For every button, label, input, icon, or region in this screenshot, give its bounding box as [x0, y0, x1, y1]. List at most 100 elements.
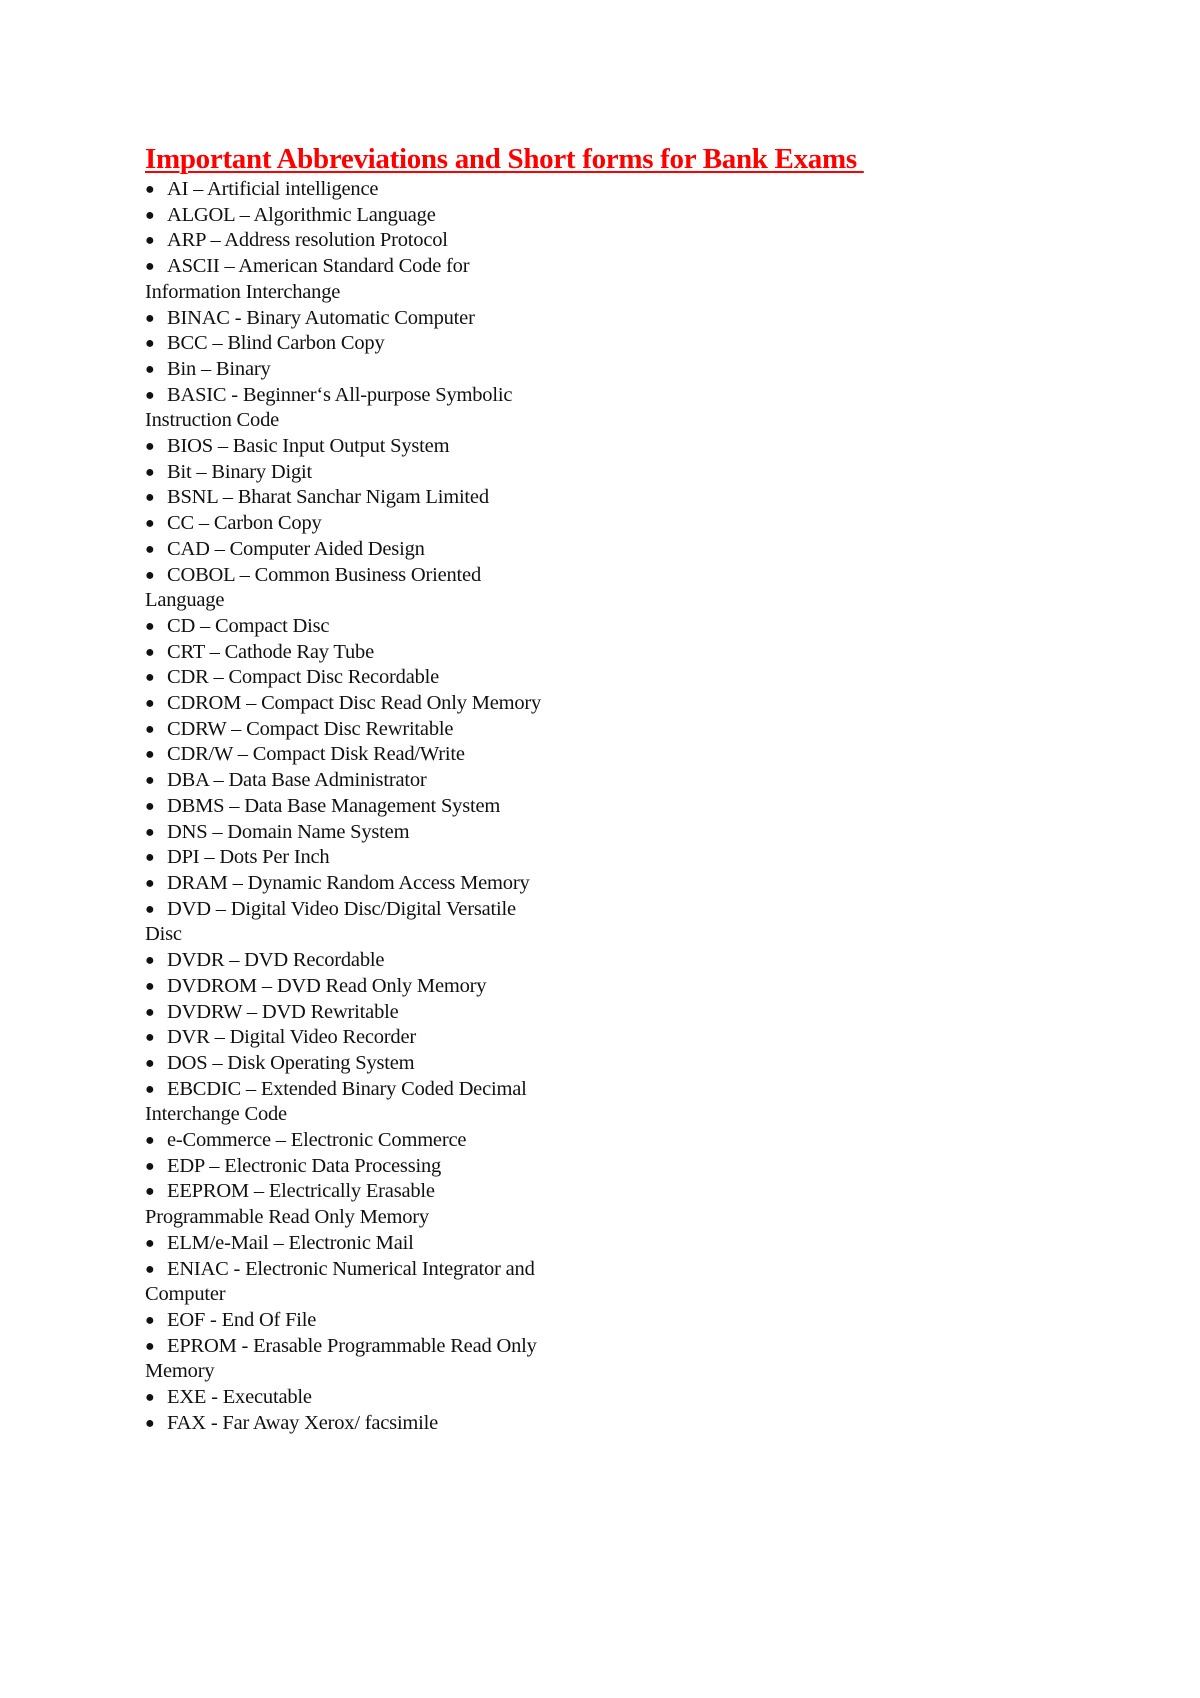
list-item-label: AI – Artificial intelligence — [167, 178, 379, 200]
list-item: ● CAD – Computer Aided Design — [145, 537, 625, 563]
list-item: ● COBOL – Common Business Oriented Languag… — [145, 563, 625, 614]
list-item-label: EDP – Electronic Data Processing — [167, 1154, 442, 1177]
bullet-icon: ● — [145, 977, 155, 995]
list-item-text: ● ARP – Address resolution Protocol — [145, 228, 625, 254]
list-item-label: Bit – Binary Digit — [167, 460, 313, 483]
list-item-text: ● BSNL – Bharat Sanchar Nigam Limited — [145, 485, 625, 511]
list-item-label: Language — [145, 589, 225, 612]
list-item: ● EPROM - Erasable Programmable Read Only… — [145, 1334, 625, 1385]
list-item-label: DVD – Digital Video Disc/Digital Versati… — [167, 897, 516, 920]
list-item-label: Information Interchange — [145, 280, 341, 303]
list-item-label: CDRW – Compact Disc Rewritable — [167, 717, 454, 740]
list-item-text: ● DPI – Dots Per Inch — [145, 845, 625, 871]
list-item-continuation: Interchange Code — [145, 1102, 625, 1128]
document-title: Important Abbreviations and Short forms … — [145, 143, 864, 175]
bullet-icon: ● — [145, 540, 155, 558]
list-item-label: CDR/W – Compact Disk Read/Write — [167, 743, 465, 766]
bullet-icon: ● — [145, 695, 155, 713]
list-item-continuation: Information Interchange — [145, 280, 625, 306]
bullet-icon: ● — [145, 360, 155, 378]
list-item-text: ● CDROM – Compact Disc Read Only Memory — [145, 691, 625, 717]
bullet-icon: ● — [145, 900, 155, 918]
list-item-text: ● EXE - Executable — [145, 1385, 625, 1411]
list-item-text: ● EDP – Electronic Data Processing — [145, 1154, 625, 1180]
bullet-icon: ● — [145, 952, 155, 970]
list-item: ● DVDRW – DVD Rewritable — [145, 1000, 625, 1026]
list-item-label: Interchange Code — [145, 1103, 287, 1126]
list-item-continuation: Language — [145, 588, 625, 614]
document-content: Important Abbreviations and Short forms … — [145, 142, 864, 1436]
list-item-text: ● CDR – Compact Disc Recordable — [145, 665, 625, 691]
list-item-text: ● CC – Carbon Copy — [145, 511, 625, 537]
bullet-icon: ● — [145, 1157, 155, 1175]
bullet-icon: ● — [145, 1234, 155, 1252]
list-item-text: ● ALGOL – Algorithmic Language — [145, 203, 625, 229]
list-item-label: BCC – Blind Carbon Copy — [167, 332, 385, 355]
list-item: ● DOS – Disk Operating System — [145, 1051, 625, 1077]
list-item-text: ● ASCII – American Standard Code for — [145, 254, 625, 280]
list-item-label: COBOL – Common Business Oriented — [167, 563, 482, 586]
list-item: ● ASCII – American Standard Code for Infor… — [145, 254, 625, 305]
list-item-text: ● AI – Artificial intelligence — [145, 177, 625, 203]
list-item-text: ● Bit – Binary Digit — [145, 460, 625, 486]
list-item-label: Memory — [145, 1360, 215, 1383]
list-item-continuation: Computer — [145, 1282, 625, 1308]
bullet-icon: ● — [145, 515, 155, 533]
list-item-text: ● ENIAC - Electronic Numerical Integrator… — [145, 1257, 625, 1283]
list-item: ● ENIAC - Electronic Numerical Integrator… — [145, 1257, 625, 1308]
list-item-label: CRT – Cathode Ray Tube — [167, 640, 374, 663]
list-item-text: ● COBOL – Common Business Oriented — [145, 563, 625, 589]
list-item: ● CD – Compact Disc — [145, 614, 625, 640]
bullet-icon: ● — [145, 746, 155, 764]
bullet-icon: ● — [145, 1260, 155, 1278]
bullet-icon: ● — [145, 1183, 155, 1201]
list-item-text: ● CDRW – Compact Disc Rewritable — [145, 717, 625, 743]
list-item-label: DVDROM – DVD Read Only Memory — [167, 974, 487, 997]
list-item-text: ● EPROM - Erasable Programmable Read Only — [145, 1334, 625, 1360]
list-item-label: EOF - End Of File — [167, 1308, 317, 1331]
list-item: ● DNS – Domain Name System — [145, 820, 625, 846]
document-page: Important Abbreviations and Short forms … — [0, 0, 1200, 1698]
list-item-text: ● DVR – Digital Video Recorder — [145, 1025, 625, 1051]
bullet-icon: ● — [145, 1080, 155, 1098]
list-item-text: ● EBCDIC – Extended Binary Coded Decimal — [145, 1077, 625, 1103]
list-item-label: ELM/e-Mail – Electronic Mail — [167, 1231, 414, 1254]
list-item-text: ● DOS – Disk Operating System — [145, 1051, 625, 1077]
list-item: ● e-Commerce – Electronic Commerce — [145, 1128, 625, 1154]
bullet-icon: ● — [145, 438, 155, 456]
list-item-label: DPI – Dots Per Inch — [167, 846, 330, 869]
list-item: ● DVDROM – DVD Read Only Memory — [145, 974, 625, 1000]
list-item-text: ● EEPROM – Electrically Erasable — [145, 1179, 625, 1205]
bullet-icon: ● — [145, 823, 155, 841]
list-item: ● BCC – Blind Carbon Copy — [145, 331, 625, 357]
list-item-text: ● e-Commerce – Electronic Commerce — [145, 1128, 625, 1154]
list-item-text: ● CD – Compact Disc — [145, 614, 625, 640]
bullet-icon: ● — [145, 1003, 155, 1021]
list-item-label: DNS – Domain Name System — [167, 820, 410, 843]
list-item-label: DRAM – Dynamic Random Access Memory — [167, 871, 530, 894]
list-item: ● ARP – Address resolution Protocol — [145, 228, 625, 254]
bullet-icon: ● — [145, 1054, 155, 1072]
list-item-label: DVDR – DVD Recordable — [167, 949, 385, 972]
bullet-icon: ● — [145, 797, 155, 815]
list-item-text: ● BCC – Blind Carbon Copy — [145, 331, 625, 357]
list-item-text: ● DVDROM – DVD Read Only Memory — [145, 974, 625, 1000]
list-item-label: ENIAC - Electronic Numerical Integrator … — [167, 1257, 535, 1280]
list-item-label: FAX - Far Away Xerox/ facsimile — [167, 1411, 439, 1434]
list-item-label: CC – Carbon Copy — [167, 512, 322, 535]
bullet-icon: ● — [145, 386, 155, 404]
list-item: ● DVR – Digital Video Recorder — [145, 1025, 625, 1051]
list-item-label: Instruction Code — [145, 409, 280, 432]
list-item: ● AI – Artificial intelligence — [145, 177, 625, 203]
list-item-label: DOS – Disk Operating System — [167, 1051, 415, 1074]
list-item-continuation: Instruction Code — [145, 408, 625, 434]
bullet-icon: ● — [145, 1389, 155, 1407]
list-item: ● Bin – Binary — [145, 357, 625, 383]
list-item-label: EBCDIC – Extended Binary Coded Decimal — [167, 1077, 527, 1100]
list-item-text: ● CDR/W – Compact Disk Read/Write — [145, 742, 625, 768]
list-item-text: ● DVDR – DVD Recordable — [145, 948, 625, 974]
list-item-label: BIOS – Basic Input Output System — [167, 435, 450, 458]
bullet-icon: ● — [145, 181, 155, 198]
list-item: ● EDP – Electronic Data Processing — [145, 1154, 625, 1180]
list-item: ● DVD – Digital Video Disc/Digital Versat… — [145, 897, 625, 948]
